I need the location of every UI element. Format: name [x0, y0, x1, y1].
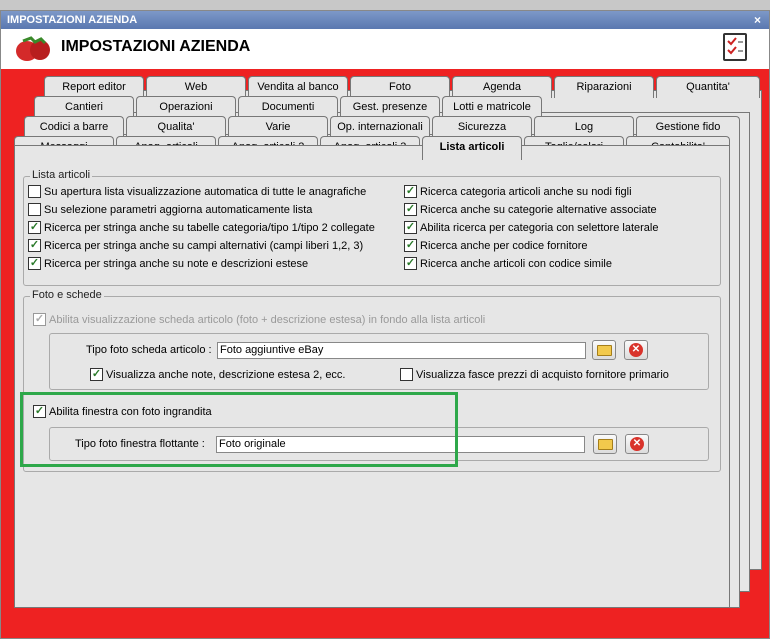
tab-documenti[interactable]: Documenti — [238, 96, 338, 118]
tab-op-internazionali[interactable]: Op. internazionali — [330, 116, 430, 138]
checkbox-label: Su selezione parametri aggiorna automati… — [44, 203, 313, 216]
checkbox-label: Ricerca per stringa anche su note e desc… — [44, 257, 309, 270]
clear-button[interactable]: ✕ — [624, 340, 648, 360]
option-checkbox[interactable]: ✓ Ricerca anche articoli con codice simil… — [404, 257, 612, 270]
background-toolbar-strip — [0, 0, 770, 10]
tab-sicurezza[interactable]: Sicurezza — [432, 116, 532, 138]
tab-lista-articoli[interactable]: Lista articoli — [422, 136, 522, 160]
lista-articoli-group: Lista articoli Su apertura lista visuali… — [23, 169, 721, 286]
checkbox-box: ✓ — [404, 221, 417, 234]
foto-schede-group: Foto e schede ✓ Abilita visualizzazione … — [23, 289, 721, 472]
option-checkbox[interactable]: ✓ Ricerca per stringa anche su tabelle ca… — [28, 221, 375, 234]
checkbox-box: ✓ — [90, 368, 103, 381]
window-title: IMPOSTAZIONI AZIENDA — [7, 14, 138, 26]
tab-riparazioni[interactable]: Riparazioni — [554, 76, 654, 98]
checkbox-box: ✓ — [404, 239, 417, 252]
abilita-scheda-checkbox[interactable]: ✓ Abilita visualizzazione scheda articol… — [33, 313, 485, 326]
tab-operazioni[interactable]: Operazioni — [136, 96, 236, 118]
tab-qualita[interactable]: Qualita' — [126, 116, 226, 138]
close-icon[interactable]: × — [754, 11, 761, 29]
clear-icon: ✕ — [630, 437, 644, 451]
clear-icon: ✕ — [629, 343, 643, 357]
checkbox-box: ✓ — [33, 405, 46, 418]
finestra-subgroup: Tipo foto finestra flottante : Foto orig… — [49, 427, 709, 461]
checkbox-box: ✓ — [28, 257, 41, 270]
checkbox-label: Visualizza fasce prezzi di acquisto forn… — [416, 368, 669, 381]
checkbox-box: ✓ — [404, 257, 417, 270]
tipo-foto-finestra-label: Tipo foto finestra flottante : — [75, 438, 205, 450]
title-bar: IMPOSTAZIONI AZIENDA × — [1, 11, 769, 29]
page-title: IMPOSTAZIONI AZIENDA — [61, 38, 251, 55]
tab-cantieri[interactable]: Cantieri — [34, 96, 134, 118]
tab-foto[interactable]: Foto — [350, 76, 450, 98]
tab-log[interactable]: Log — [534, 116, 634, 138]
checkbox-box — [28, 185, 41, 198]
tab-page-lista-articoli: Lista articoli Su apertura lista visuali… — [14, 145, 730, 608]
checkbox-label: Abilita finestra con foto ingrandita — [49, 405, 212, 418]
tab-quantita[interactable]: Quantita' — [656, 76, 760, 98]
checkbox-label: Ricerca categoria articoli anche su nodi… — [420, 185, 632, 198]
lista-articoli-legend: Lista articoli — [30, 169, 93, 181]
checkbox-box — [28, 203, 41, 216]
tab-agenda[interactable]: Agenda — [452, 76, 552, 98]
tipo-foto-scheda-input[interactable]: Foto aggiuntive eBay — [217, 342, 586, 359]
option-checkbox[interactable]: ✓ Ricerca anche per codice fornitore — [404, 239, 588, 252]
checkbox-label: Su apertura lista visualizzazione automa… — [44, 185, 367, 198]
option-checkbox[interactable]: ✓ Ricerca categoria articoli anche su nod… — [404, 185, 632, 198]
option-checkbox[interactable]: ✓ Ricerca per stringa anche su note e des… — [28, 257, 308, 270]
clear-button[interactable]: ✕ — [625, 434, 649, 454]
checkbox-label: Ricerca anche su categorie alternative a… — [420, 203, 657, 216]
checkbox-label: Abilita visualizzazione scheda articolo … — [49, 313, 486, 326]
visualizza-note-checkbox[interactable]: ✓ Visualizza anche note, descrizione est… — [90, 368, 346, 381]
checkbox-label: Ricerca anche per codice fornitore — [420, 239, 588, 252]
option-checkbox[interactable]: ✓ Ricerca per stringa anche su campi alte… — [28, 239, 363, 252]
checkbox-label: Ricerca per stringa anche su tabelle cat… — [44, 221, 375, 234]
tipo-foto-scheda-label: Tipo foto scheda articolo : — [86, 344, 212, 356]
checkbox-label: Ricerca anche articoli con codice simile — [420, 257, 612, 270]
checkbox-box — [400, 368, 413, 381]
tab-lotti-e-matricole[interactable]: Lotti e matricole — [442, 96, 542, 118]
header-bar: IMPOSTAZIONI AZIENDA — [1, 29, 769, 69]
tab-varie[interactable]: Varie — [228, 116, 328, 138]
tab-gestione-fido[interactable]: Gestione fido — [636, 116, 740, 138]
strawberry-icon — [16, 36, 50, 61]
browse-folder-button[interactable] — [592, 340, 616, 360]
visualizza-fasce-checkbox[interactable]: Visualizza fasce prezzi di acquisto forn… — [400, 368, 669, 381]
folder-icon — [596, 344, 612, 356]
checkbox-label: Visualizza anche note, descrizione estes… — [106, 368, 346, 381]
checkbox-box: ✓ — [404, 185, 417, 198]
tab-vendita-al-banco[interactable]: Vendita al banco — [248, 76, 348, 98]
option-checkbox[interactable]: ✓ Ricerca anche su categorie alternative … — [404, 203, 657, 216]
tab-gest-presenze[interactable]: Gest. presenze — [340, 96, 440, 118]
option-checkbox[interactable]: Su selezione parametri aggiorna automati… — [28, 203, 312, 216]
foto-schede-legend: Foto e schede — [30, 289, 104, 301]
checkbox-box: ✓ — [28, 221, 41, 234]
abilita-finestra-checkbox[interactable]: ✓ Abilita finestra con foto ingrandita — [33, 405, 212, 418]
checkbox-box: ✓ — [28, 239, 41, 252]
option-checkbox[interactable]: ✓ Abilita ricerca per categoria con selet… — [404, 221, 658, 234]
checkbox-label: Abilita ricerca per categoria con selett… — [420, 221, 659, 234]
option-checkbox[interactable]: Su apertura lista visualizzazione automa… — [28, 185, 366, 198]
checkbox-box: ✓ — [33, 313, 46, 326]
tab-web[interactable]: Web — [146, 76, 246, 98]
folder-icon — [597, 438, 613, 450]
checkbox-label: Ricerca per stringa anche su campi alter… — [44, 239, 364, 252]
scheda-subgroup: Tipo foto scheda articolo : Foto aggiunt… — [49, 333, 709, 390]
tab-codici-a-barre[interactable]: Codici a barre — [24, 116, 124, 138]
checklist-icon[interactable] — [723, 33, 747, 61]
tipo-foto-finestra-input[interactable]: Foto originale — [216, 436, 585, 453]
browse-folder-button[interactable] — [593, 434, 617, 454]
tab-report-editor[interactable]: Report editor — [44, 76, 144, 98]
checkbox-box: ✓ — [404, 203, 417, 216]
